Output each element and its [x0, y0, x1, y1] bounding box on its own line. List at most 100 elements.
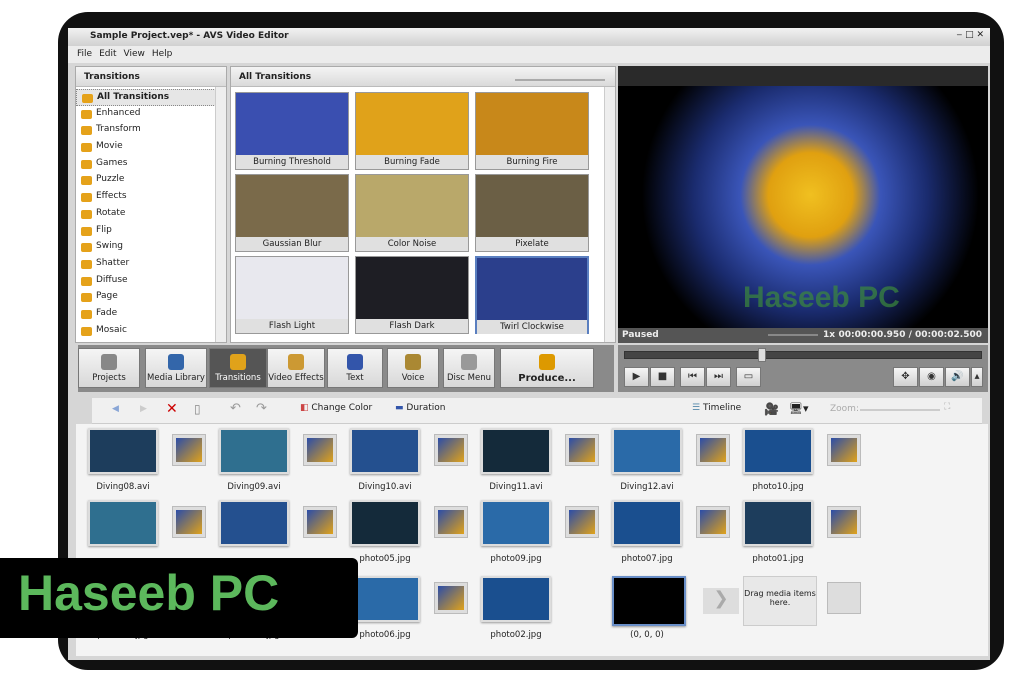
- next-frame-button[interactable]: ⏭: [706, 367, 731, 387]
- stop-button[interactable]: ■: [650, 367, 675, 387]
- transition-slot[interactable]: [434, 506, 468, 538]
- transition-slot[interactable]: [303, 434, 337, 466]
- delete-all-icon[interactable]: ▯: [194, 402, 201, 416]
- menu-file[interactable]: File: [77, 49, 92, 59]
- category-item[interactable]: All Transitions: [76, 89, 226, 106]
- scrollbar[interactable]: [215, 87, 226, 342]
- window-controls[interactable]: ‒ □ ✕: [957, 30, 985, 40]
- transition-slot[interactable]: [434, 434, 468, 466]
- transition-slot[interactable]: [696, 434, 730, 466]
- empty-transition-slot[interactable]: [827, 582, 861, 614]
- monitor-icon[interactable]: 🖥▾: [789, 402, 809, 415]
- transition-tile[interactable]: Pixelate: [475, 174, 589, 252]
- category-item[interactable]: Rotate: [76, 206, 226, 223]
- thumbnail-size-slider[interactable]: [515, 73, 605, 81]
- toolbar-button-voice[interactable]: Voice: [387, 348, 439, 388]
- media-clip[interactable]: [612, 428, 682, 474]
- category-item[interactable]: Flip: [76, 223, 226, 240]
- media-label: photo02.jpg: [490, 630, 542, 640]
- media-clip[interactable]: [350, 500, 420, 546]
- media-clip[interactable]: [219, 428, 289, 474]
- category-item[interactable]: Effects: [76, 189, 226, 206]
- transition-slot[interactable]: [827, 434, 861, 466]
- toolbar-button-transitions[interactable]: Transitions: [209, 348, 267, 388]
- transition-slot[interactable]: [172, 506, 206, 538]
- toolbar-button-projects[interactable]: Projects: [78, 348, 140, 388]
- record-voice-icon[interactable]: 🎥: [764, 402, 779, 416]
- category-item[interactable]: Movie: [76, 139, 226, 156]
- toolbar-label: Media Library: [147, 373, 205, 383]
- category-item[interactable]: Transform: [76, 122, 226, 139]
- transition-slot[interactable]: [827, 506, 861, 538]
- toolbar-button-text[interactable]: Text: [327, 348, 383, 388]
- transition-thumbnail: [476, 93, 588, 155]
- toolbar-button-disc-menu[interactable]: Disc Menu: [443, 348, 495, 388]
- transition-slot[interactable]: [434, 582, 468, 614]
- previous-frame-button[interactable]: ⏮: [680, 367, 705, 387]
- category-item[interactable]: Shatter: [76, 256, 226, 273]
- media-clip[interactable]: [481, 500, 551, 546]
- transition-slot[interactable]: [303, 506, 337, 538]
- category-item[interactable]: Fade: [76, 306, 226, 323]
- transition-tile[interactable]: Color Noise: [355, 174, 469, 252]
- category-item[interactable]: Games: [76, 156, 226, 173]
- drop-zone[interactable]: Drag media items here.: [743, 576, 817, 626]
- speed-slider[interactable]: [768, 334, 818, 336]
- media-clip[interactable]: [88, 428, 158, 474]
- transition-tile[interactable]: Flash Dark: [355, 256, 469, 334]
- media-clip[interactable]: [743, 428, 813, 474]
- transition-tile[interactable]: Burning Fade: [355, 92, 469, 170]
- toolbar-button-media-library[interactable]: Media Library: [145, 348, 207, 388]
- media-clip[interactable]: [743, 500, 813, 546]
- media-clip[interactable]: [481, 576, 551, 622]
- category-item[interactable]: Mosaic: [76, 323, 226, 340]
- forward-arrow-icon[interactable]: ▶: [140, 404, 147, 414]
- fit-icon[interactable]: ⛶: [944, 402, 950, 412]
- back-arrow-icon[interactable]: ◀: [112, 404, 119, 414]
- menu-view[interactable]: View: [124, 49, 145, 59]
- menu-help[interactable]: Help: [152, 49, 173, 59]
- media-clip[interactable]: [350, 428, 420, 474]
- duration-button[interactable]: ▬ Duration: [395, 403, 445, 413]
- delete-icon[interactable]: ✕: [166, 401, 178, 417]
- transition-slot[interactable]: [565, 506, 599, 538]
- media-clip[interactable]: [481, 428, 551, 474]
- category-item[interactable]: Diffuse: [76, 273, 226, 290]
- expand-button[interactable]: ▴: [971, 367, 983, 387]
- transition-tile[interactable]: Burning Threshold: [235, 92, 349, 170]
- arrow-icon: ❯: [703, 588, 739, 614]
- snapshot-icon[interactable]: ◉: [919, 367, 944, 387]
- redo-icon[interactable]: ↷: [256, 401, 267, 416]
- seek-bar[interactable]: [624, 348, 982, 362]
- volume-icon[interactable]: 🔊: [945, 367, 970, 387]
- timeline-button[interactable]: ☰ Timeline: [692, 403, 741, 413]
- media-clip[interactable]: [612, 500, 682, 546]
- play-button[interactable]: ▶: [624, 367, 649, 387]
- toolbar-icon: [101, 354, 117, 370]
- transition-tile[interactable]: Gaussian Blur: [235, 174, 349, 252]
- media-clip[interactable]: [219, 500, 289, 546]
- transition-tile[interactable]: Burning Fire: [475, 92, 589, 170]
- transition-tile[interactable]: Twirl Clockwise: [475, 256, 589, 334]
- toolbar-button-video-effects[interactable]: Video Effects: [267, 348, 325, 388]
- settings-button[interactable]: ✥: [893, 367, 918, 387]
- transition-tile[interactable]: Flash Light: [235, 256, 349, 334]
- category-item[interactable]: Page: [76, 289, 226, 306]
- toolbar-button-produce[interactable]: Produce...: [500, 348, 594, 388]
- zoom-slider[interactable]: [860, 409, 940, 411]
- category-item[interactable]: Puzzle: [76, 172, 226, 189]
- category-item[interactable]: Enhanced: [76, 106, 226, 123]
- change-color-button[interactable]: ◧ Change Color: [300, 403, 372, 413]
- menu-edit[interactable]: Edit: [99, 49, 116, 59]
- transition-slot[interactable]: [696, 506, 730, 538]
- media-clip[interactable]: [350, 576, 420, 622]
- media-clip[interactable]: [612, 576, 686, 626]
- transition-slot[interactable]: [565, 434, 599, 466]
- scrollbar[interactable]: [604, 87, 615, 342]
- transition-slot[interactable]: [172, 434, 206, 466]
- fullscreen-preview-button[interactable]: ▭: [736, 367, 761, 387]
- media-clip[interactable]: [88, 500, 158, 546]
- seek-thumb[interactable]: [758, 348, 766, 362]
- category-item[interactable]: Swing: [76, 239, 226, 256]
- undo-icon[interactable]: ↶: [230, 401, 241, 416]
